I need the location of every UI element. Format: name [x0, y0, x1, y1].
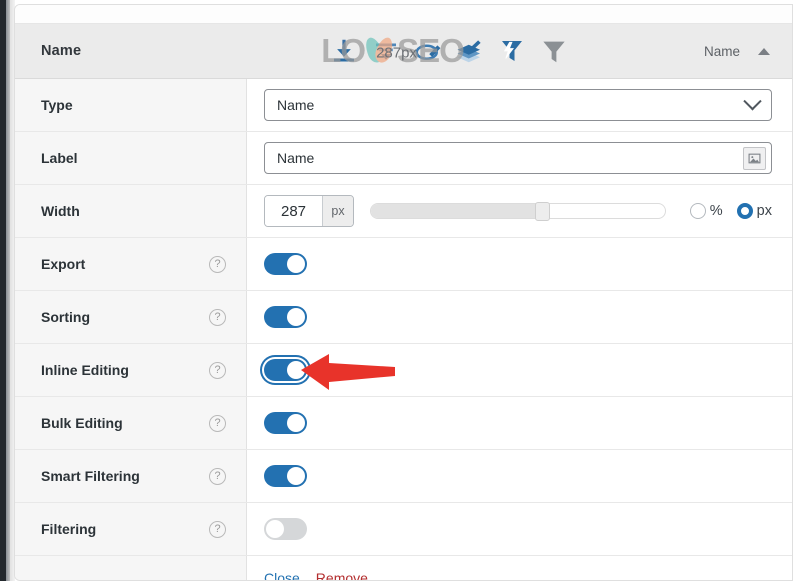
toggle-knob	[287, 467, 305, 485]
width-input[interactable]: 287	[265, 196, 322, 226]
label-text: Label	[41, 150, 78, 166]
smart-filtering-icon[interactable]	[497, 36, 527, 66]
label-text: Width	[41, 203, 80, 219]
type-select[interactable]: Name	[264, 89, 772, 121]
row-field-width: 287 px % px	[247, 185, 792, 237]
annotation-arrow-icon	[299, 350, 399, 397]
type-select-value: Name	[277, 97, 315, 113]
label-text: Smart Filtering	[41, 468, 140, 484]
row-bulk-editing: Bulk Editing ?	[15, 397, 792, 450]
chevron-down-icon	[743, 91, 762, 110]
caret-up-icon[interactable]	[758, 47, 770, 55]
remove-link[interactable]: Remove	[316, 570, 368, 580]
row-width: Width 287 px % px	[15, 185, 792, 238]
row-export: Export ?	[15, 238, 792, 291]
sorting-icon[interactable]	[371, 36, 401, 66]
row-label-smart-filtering: Smart Filtering ?	[15, 450, 247, 502]
panel-footer: Close Remove	[15, 556, 792, 580]
toggle-knob	[287, 414, 305, 432]
row-label-export: Export ?	[15, 238, 247, 290]
row-field-label: Name	[247, 132, 792, 184]
row-filtering: Filtering ?	[15, 503, 792, 556]
smart-filtering-toggle[interactable]	[264, 465, 307, 487]
row-field-export	[247, 238, 792, 290]
inline-editing-icon[interactable]	[413, 36, 443, 66]
width-stepper[interactable]: 287 px	[264, 195, 354, 227]
column-settings-panel: Name LO SEO 287px Name Type Name Label N…	[14, 4, 793, 581]
label-input[interactable]: Name	[264, 142, 772, 174]
row-field-type: Name	[247, 79, 792, 131]
bulk-editing-toggle[interactable]	[264, 412, 307, 434]
label-text: Type	[41, 97, 73, 113]
row-sorting: Sorting ?	[15, 291, 792, 344]
image-icon[interactable]	[743, 146, 766, 170]
close-link[interactable]: Close	[264, 570, 300, 580]
row-smart-filtering: Smart Filtering ?	[15, 450, 792, 503]
label-text: Inline Editing	[41, 362, 129, 378]
width-slider[interactable]	[370, 202, 666, 221]
help-icon-smart-filtering[interactable]: ?	[209, 467, 226, 485]
label-text: Sorting	[41, 309, 90, 325]
label-text: Export	[41, 256, 86, 272]
width-unit-label: px	[322, 196, 353, 226]
export-icon[interactable]	[329, 36, 359, 66]
row-label-sorting: Sorting ?	[15, 291, 247, 343]
width-slider-thumb[interactable]	[535, 202, 551, 221]
toggle-knob	[287, 308, 305, 326]
label-text: Bulk Editing	[41, 415, 123, 431]
row-label-bulk-editing: Bulk Editing ?	[15, 397, 247, 449]
filtering-toggle[interactable]	[264, 518, 307, 540]
row-field-inline-editing	[247, 344, 792, 396]
page-background: Name LO SEO 287px Name Type Name Label N…	[0, 0, 793, 581]
radio-px-control[interactable]	[736, 203, 753, 219]
panel-header[interactable]: Name LO SEO 287px Name	[15, 24, 792, 79]
footer-actions: Close Remove	[247, 556, 792, 580]
width-slider-fill	[371, 204, 542, 218]
row-inline-editing: Inline Editing ?	[15, 344, 792, 397]
help-icon-bulk-editing[interactable]: ?	[209, 414, 226, 432]
help-icon-export[interactable]: ?	[209, 255, 226, 273]
help-icon-inline-editing[interactable]: ?	[209, 361, 226, 379]
width-unit-radios: % px	[689, 203, 772, 219]
unit-radio-percent[interactable]: %	[689, 203, 723, 219]
filtering-icon[interactable]	[539, 36, 569, 66]
row-label-width: Width	[15, 185, 247, 237]
footer-label-spacer	[15, 556, 247, 580]
row-label-label: Label	[15, 132, 247, 184]
row-type: Type Name	[15, 79, 792, 132]
row-field-sorting	[247, 291, 792, 343]
help-icon-filtering[interactable]: ?	[209, 520, 226, 538]
toggle-knob	[287, 255, 305, 273]
row-label: Label Name	[15, 132, 792, 185]
radio-percent-control[interactable]	[689, 203, 706, 219]
row-label-filtering: Filtering ?	[15, 503, 247, 555]
panel-header-title: Name	[41, 43, 82, 59]
row-field-bulk-editing	[247, 397, 792, 449]
unit-radio-px-label: px	[756, 203, 772, 219]
export-toggle[interactable]	[264, 253, 307, 275]
label-text: Filtering	[41, 521, 97, 537]
toggle-knob	[266, 520, 284, 538]
bulk-editing-icon[interactable]	[455, 36, 485, 66]
header-toolbar: LO SEO 287px	[245, 24, 652, 78]
panel-top-strip	[15, 5, 792, 24]
unit-radio-px[interactable]: px	[736, 203, 772, 219]
sorting-toggle[interactable]	[264, 306, 307, 328]
row-field-filtering	[247, 503, 792, 555]
row-label-inline-editing: Inline Editing ?	[15, 344, 247, 396]
row-field-smart-filtering	[247, 450, 792, 502]
label-input-value: Name	[277, 150, 315, 166]
unit-radio-percent-label: %	[709, 203, 723, 219]
help-icon-sorting[interactable]: ?	[209, 308, 226, 326]
header-right-label: Name	[703, 43, 740, 59]
row-label-type: Type	[15, 79, 247, 131]
header-right: Name	[652, 44, 792, 59]
